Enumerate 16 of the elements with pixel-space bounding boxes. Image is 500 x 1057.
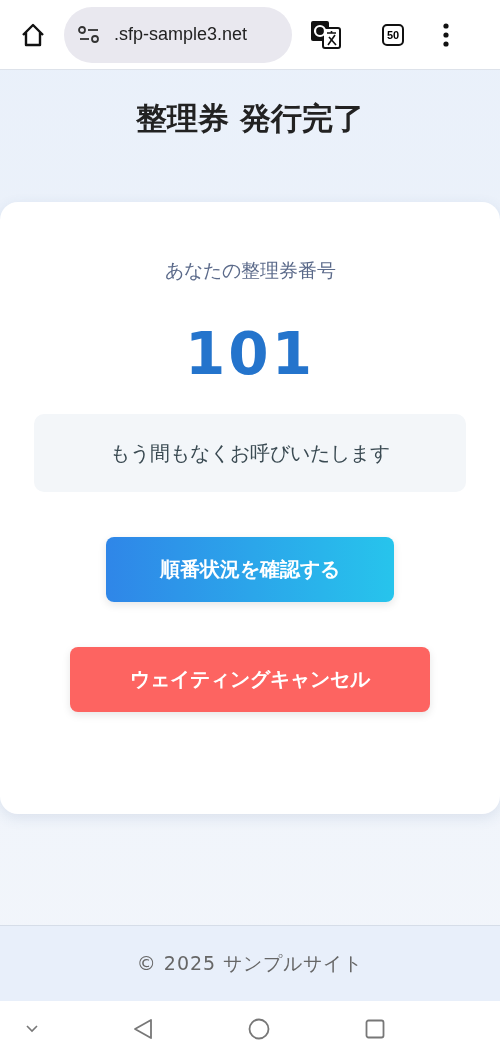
site-settings-icon[interactable] <box>78 25 100 44</box>
home-circle-icon[interactable] <box>248 1018 270 1040</box>
translate-icon[interactable] <box>310 19 342 50</box>
page-title: 整理券 発行完了 <box>136 99 364 138</box>
ticket-number: 101 <box>184 320 316 388</box>
tab-count-button[interactable]: 50 <box>382 23 405 46</box>
status-message: もう間もなくお呼びいたします <box>34 414 466 492</box>
copyright-text: © 2025 サンプルサイト <box>136 950 364 976</box>
ticket-label: あなたの整理券番号 <box>164 258 336 283</box>
recents-icon[interactable] <box>365 1019 385 1039</box>
home-icon[interactable] <box>20 21 46 48</box>
menu-icon[interactable] <box>442 22 451 47</box>
address-bar[interactable]: .sfp-sample3.net <box>64 6 292 63</box>
back-icon[interactable] <box>133 1018 153 1040</box>
url-text: .sfp-sample3.net <box>114 24 248 45</box>
chevron-down-icon[interactable] <box>26 1025 38 1033</box>
